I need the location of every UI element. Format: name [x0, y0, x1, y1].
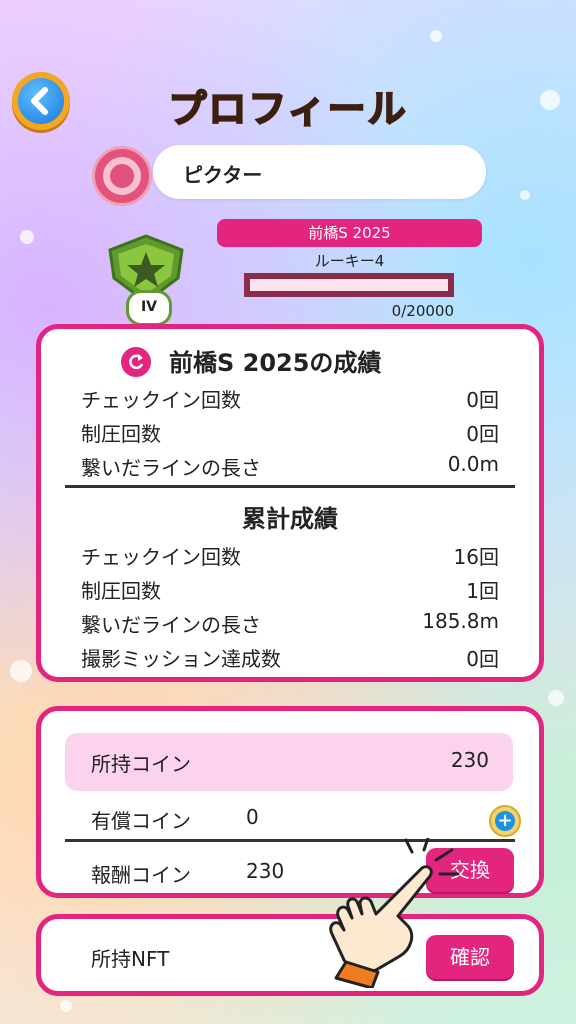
- sparkle: [20, 230, 34, 244]
- paid-coin-value: 0: [246, 805, 259, 829]
- username-field[interactable]: ピクター: [153, 145, 486, 199]
- stat-value: 0回: [466, 647, 499, 671]
- stat-value: 16回: [453, 545, 499, 569]
- season-label: 前橋S 2025: [217, 219, 482, 247]
- reward-coin-value: 230: [246, 859, 285, 883]
- owned-coin-row: 所持コイン 230: [65, 733, 513, 791]
- stat-label: チェックイン回数: [81, 388, 241, 412]
- total-stats-title: 累計成績: [242, 505, 338, 533]
- total-stat-row: 制圧回数 1回: [81, 575, 499, 605]
- paid-coin-label: 有償コイン: [91, 809, 191, 833]
- divider: [65, 485, 515, 488]
- stat-label: 制圧回数: [81, 579, 161, 603]
- stat-value: 0回: [466, 422, 499, 446]
- add-coin-button[interactable]: +: [489, 805, 521, 837]
- avatar[interactable]: [92, 146, 152, 206]
- pointing-hand-icon: [329, 838, 460, 988]
- xp-progress-bar: [244, 273, 454, 297]
- stat-value: 185.8m: [422, 609, 499, 633]
- sparkle: [60, 1000, 72, 1012]
- sparkle: [10, 660, 32, 682]
- stat-label: 制圧回数: [81, 422, 161, 446]
- page-title: プロフィール: [167, 86, 408, 132]
- rank-name: ルーキー4: [314, 252, 385, 270]
- stat-label: 繋いだラインの長さ: [81, 456, 261, 480]
- stat-label: チェックイン回数: [81, 545, 241, 569]
- total-stat-row: チェックイン回数 16回: [81, 541, 499, 571]
- sparkle: [520, 190, 530, 200]
- stat-value: 1回: [466, 579, 499, 603]
- nft-label: 所持NFT: [91, 947, 170, 971]
- reward-coin-label: 報酬コイン: [91, 863, 191, 887]
- username-text: ピクター: [183, 163, 263, 187]
- owned-coin-value: 230: [450, 748, 489, 772]
- stat-value: 0回: [466, 388, 499, 412]
- stat-value: 0.0m: [447, 452, 499, 476]
- total-stat-row: 撮影ミッション達成数 0回: [81, 643, 499, 673]
- total-stat-row: 繋いだラインの長さ 185.8m: [81, 609, 499, 639]
- stat-label: 繋いだラインの長さ: [81, 613, 261, 637]
- season-stat-row: 制圧回数 0回: [81, 418, 499, 448]
- stats-card: 前橋S 2025の成績 チェックイン回数 0回 制圧回数 0回 繋いだラインの長…: [36, 324, 544, 682]
- sparkle: [548, 690, 564, 706]
- season-stat-row: チェックイン回数 0回: [81, 384, 499, 414]
- refresh-icon[interactable]: [121, 347, 151, 377]
- stat-label: 撮影ミッション達成数: [81, 647, 281, 671]
- sparkle: [430, 30, 442, 42]
- xp-progress-text: 0/20000: [391, 302, 454, 320]
- season-stat-row: 繋いだラインの長さ 0.0m: [81, 452, 499, 482]
- owned-coin-label: 所持コイン: [91, 752, 191, 776]
- season-stats-title: 前橋S 2025の成績: [169, 349, 382, 377]
- rank-numeral: IV: [126, 290, 172, 326]
- rank-badge: IV: [104, 234, 188, 326]
- plus-icon: +: [495, 811, 515, 831]
